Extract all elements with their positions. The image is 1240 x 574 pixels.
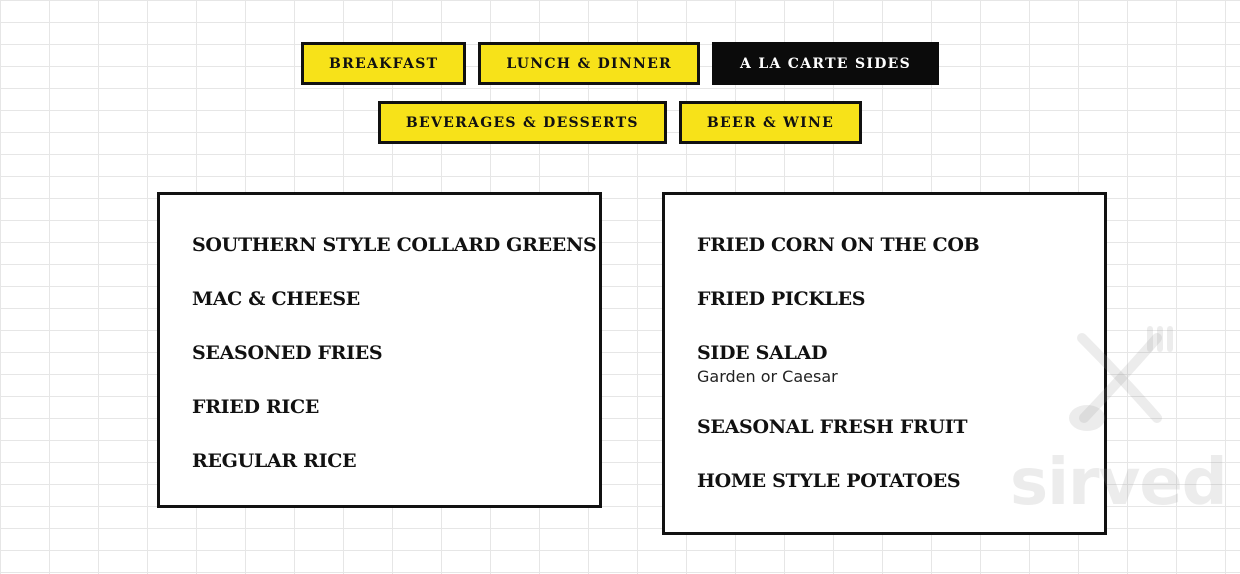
tab-beverages-desserts[interactable]: BEVERAGES & DESSERTS (377, 101, 667, 144)
menu-item-name: HOME STYLE POTATOES (697, 470, 961, 492)
menu-item-name: SOUTHERN STYLE COLLARD GREENS (192, 234, 597, 256)
tab-a-la-carte-sides[interactable]: A LA CARTE SIDES (711, 42, 940, 85)
menu-panel-right: FRIED CORN ON THE COB FRIED PICKLES SIDE… (662, 192, 1107, 535)
menu-item: REGULAR RICE (192, 447, 599, 475)
tab-beer-wine[interactable]: BEER & WINE (678, 101, 863, 144)
menu-item-name: SIDE SALAD (697, 342, 828, 364)
menu-item: FRIED PICKLES (697, 285, 1104, 313)
menu-item: HOME STYLE POTATOES (697, 467, 1104, 495)
menu-item: SEASONAL FRESH FRUIT (697, 413, 1104, 441)
menu-item: SEASONED FRIES (192, 339, 599, 367)
menu-item-name: FRIED RICE (192, 396, 320, 418)
menu-item-description: Garden or Caesar (697, 367, 838, 386)
menu-item: SOUTHERN STYLE COLLARD GREENS (192, 231, 599, 259)
menu-item: FRIED RICE (192, 393, 599, 421)
menu-panel-left: SOUTHERN STYLE COLLARD GREENS MAC & CHEE… (157, 192, 602, 508)
tab-lunch-dinner[interactable]: LUNCH & DINNER (478, 42, 700, 85)
menu-category-tabs: BREAKFAST LUNCH & DINNER A LA CARTE SIDE… (0, 42, 1240, 144)
menu-item-name: REGULAR RICE (192, 450, 357, 472)
menu-item-name: SEASONED FRIES (192, 342, 383, 364)
menu-item-name: SEASONAL FRESH FRUIT (697, 416, 968, 438)
menu-item-name: FRIED PICKLES (697, 288, 866, 310)
menu-item-name: MAC & CHEESE (192, 288, 360, 310)
tab-breakfast[interactable]: BREAKFAST (300, 42, 467, 85)
menu-item-name: FRIED CORN ON THE COB (697, 234, 980, 256)
menu-item: FRIED CORN ON THE COB (697, 231, 1104, 259)
menu-item: SIDE SALAD Garden or Caesar (697, 339, 1104, 387)
menu-item: MAC & CHEESE (192, 285, 599, 313)
